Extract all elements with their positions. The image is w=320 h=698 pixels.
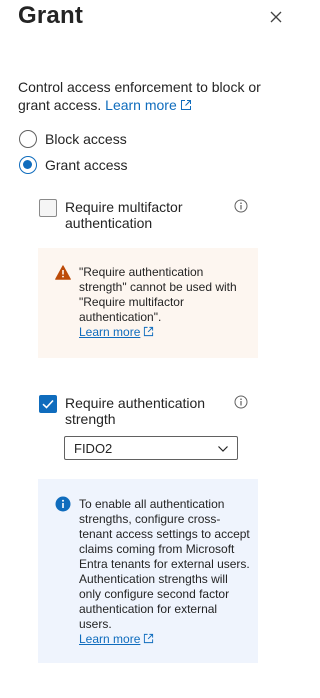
info-message-bar: To enable all authentication strengths, … [38,479,258,663]
panel-title: Grant [18,2,84,29]
external-link-icon [144,326,154,337]
grant-access-label[interactable]: Grant access [45,156,127,174]
require-auth-strength-checkbox[interactable] [39,395,57,413]
panel-description: Control access enforcement to block or g… [18,78,280,114]
close-icon[interactable] [268,9,284,25]
require-mfa-label[interactable]: Require multifactor authentication [65,199,225,231]
checkmark-icon [42,399,54,409]
block-access-label[interactable]: Block access [45,130,127,148]
warning-icon [55,265,71,285]
block-access-radio[interactable] [19,130,37,148]
info-icon[interactable] [234,395,248,409]
info-text: To enable all authentication strengths, … [79,497,250,631]
auth-strength-selected-value: FIDO2 [74,441,113,456]
info-circle-icon [55,496,71,517]
learn-more-link[interactable]: Learn more [105,97,192,113]
require-mfa-checkbox[interactable] [39,199,57,217]
warning-text: "Require authentication strength" cannot… [79,265,237,324]
grant-access-radio[interactable] [19,156,37,174]
require-auth-strength-label[interactable]: Require authentication strength [65,395,225,427]
info-icon[interactable] [234,199,248,213]
chevron-down-icon [218,446,228,452]
external-link-icon [144,633,154,644]
external-link-icon [180,100,191,110]
warning-learn-more-link[interactable]: Learn more [79,325,154,339]
auth-strength-dropdown[interactable]: FIDO2 [64,436,238,460]
warning-message-bar: "Require authentication strength" cannot… [38,248,258,358]
info-learn-more-link[interactable]: Learn more [79,632,154,646]
